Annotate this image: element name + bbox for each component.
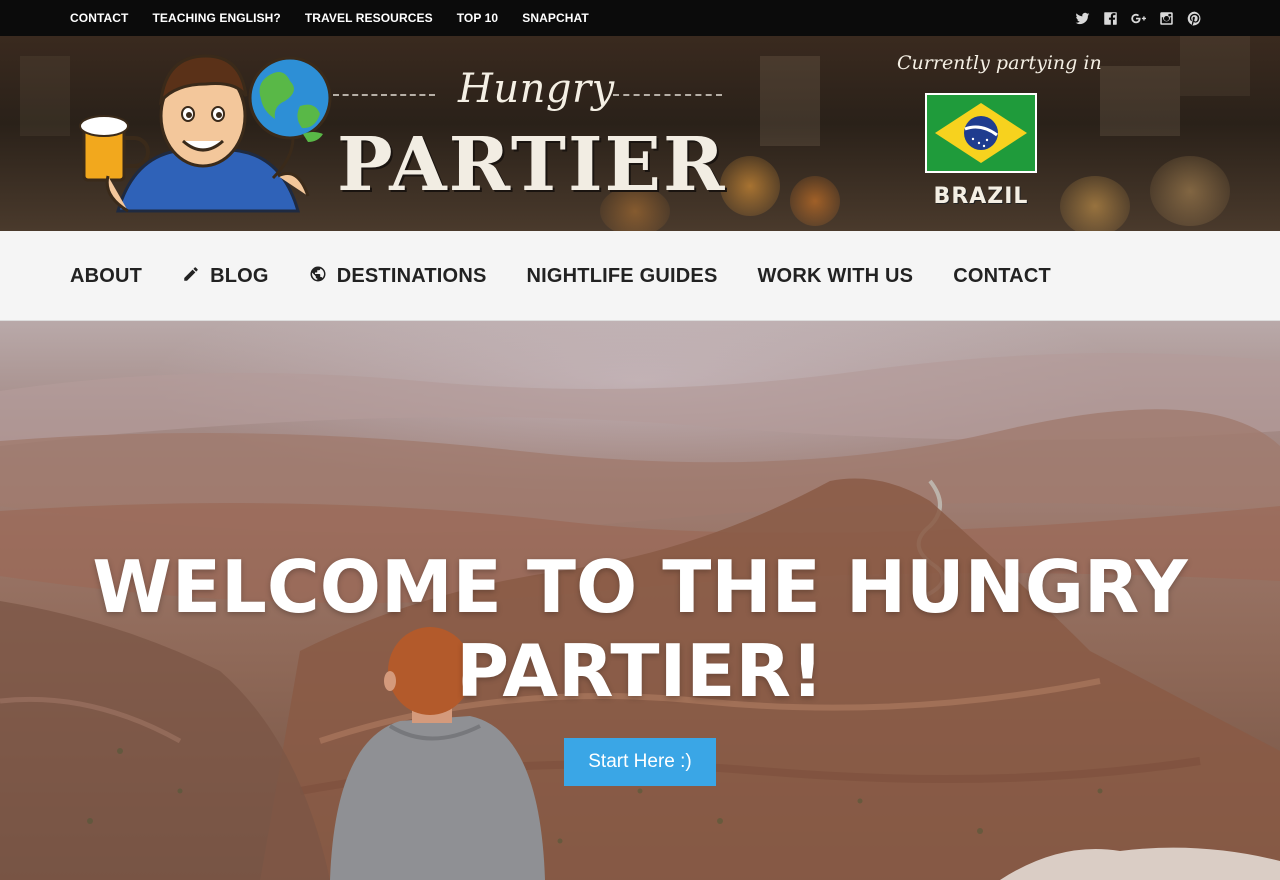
top-link-snapchat[interactable]: SNAPCHAT [522,11,589,25]
top-bar: CONTACT TEACHING ENGLISH? TRAVEL RESOURC… [0,0,1280,36]
globe-icon [309,265,327,288]
instagram-icon[interactable] [1159,11,1174,26]
mascot-logo-image[interactable] [78,46,340,226]
nav-item-contact[interactable]: CONTACT [953,265,1051,288]
nav-item-nightlife-guides[interactable]: NIGHTLIFE GUIDES [527,265,718,288]
nav-item-work-with-us[interactable]: WORK WITH US [757,265,913,288]
top-link-teaching-english[interactable]: TEACHING ENGLISH? [152,11,280,25]
nav-item-blog[interactable]: BLOG [182,265,269,288]
top-nav: CONTACT TEACHING ENGLISH? TRAVEL RESOURC… [70,0,589,36]
top-link-contact[interactable]: CONTACT [70,11,128,25]
pinterest-icon[interactable] [1187,11,1202,26]
start-here-button[interactable]: Start Here :) [564,738,716,786]
main-nav: ABOUT BLOG DESTINATIONS NIGHTLIFE GUIDES… [0,231,1280,321]
nav-item-label: BLOG [210,264,269,287]
top-link-travel-resources[interactable]: TRAVEL RESOURCES [305,11,433,25]
nav-item-label: CONTACT [953,264,1051,287]
logo-divider-right [613,94,722,96]
header-banner: Hungry PARTIER Currently partying in BRA… [0,36,1280,231]
nav-item-label: ABOUT [70,264,143,287]
nav-item-destinations[interactable]: DESTINATIONS [309,265,487,288]
nav-item-label: NIGHTLIFE GUIDES [526,264,718,287]
logo-divider-left [333,94,435,96]
twitter-icon[interactable] [1075,11,1090,26]
nav-item-label: DESTINATIONS [336,264,487,287]
top-link-top-10[interactable]: TOP 10 [457,11,499,25]
google-plus-icon[interactable] [1131,11,1146,26]
social-links [1075,0,1202,36]
pencil-icon [182,265,200,288]
logo-text-partier[interactable]: PARTIER [337,128,726,202]
nav-item-label: WORK WITH US [757,264,914,287]
hero-section: WELCOME TO THE HUNGRY PARTIER! Start Her… [0,321,1280,880]
brazil-flag [925,93,1037,173]
nav-item-about[interactable]: ABOUT [70,265,142,288]
facebook-icon[interactable] [1103,11,1118,26]
logo-text-hungry: Hungry [458,66,615,112]
hero-title: WELCOME TO THE HUNGRY PARTIER! [92,545,1188,713]
currently-partying-label: Currently partying in [897,52,1102,74]
current-country: BRAZIL [933,184,1029,209]
